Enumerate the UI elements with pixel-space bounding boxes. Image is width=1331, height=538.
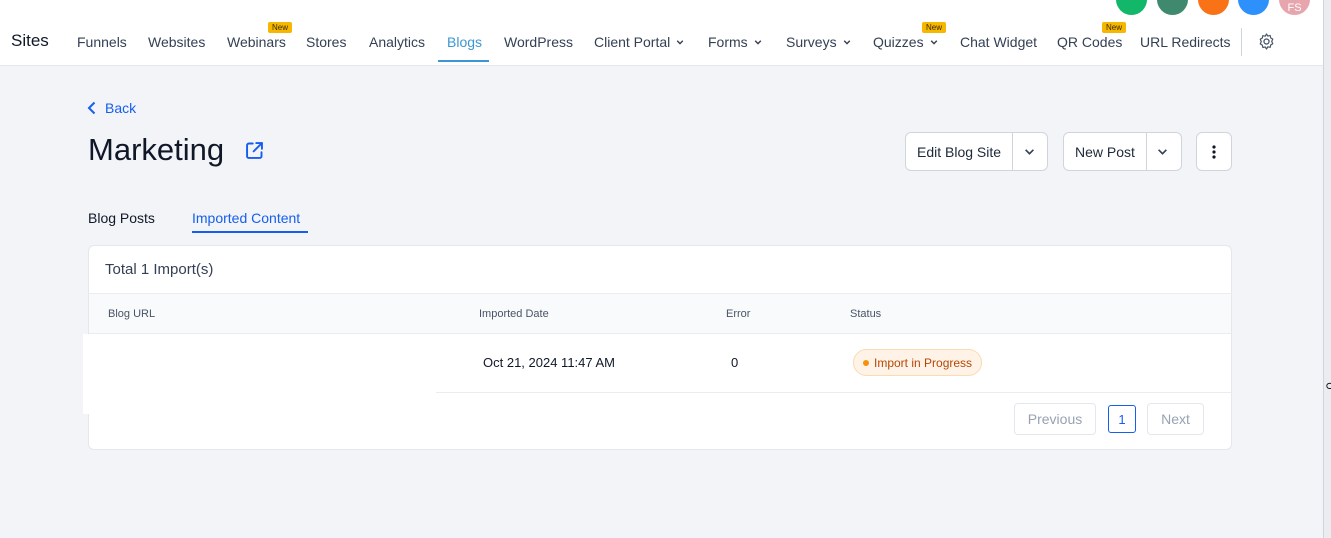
nav-item-forms[interactable]: Forms <box>708 34 762 50</box>
edit-blog-site-button[interactable]: Edit Blog Site <box>906 133 1012 170</box>
chevron-down-icon <box>1024 149 1034 155</box>
nav-item-label: QR Codes <box>1057 34 1123 50</box>
page-title: Marketing <box>88 132 225 167</box>
status-label: Import in Progress <box>874 355 973 370</box>
nav-item-stores[interactable]: Stores <box>306 34 346 50</box>
chevron-down-icon <box>676 40 684 45</box>
status-badge: Import in Progress <box>853 349 983 376</box>
new-post-button[interactable]: New Post <box>1064 133 1146 170</box>
nav-item-qr-codes[interactable]: QR Codes <box>1057 34 1122 50</box>
gear-icon[interactable] <box>1257 32 1276 51</box>
chevron-down-icon <box>930 40 937 45</box>
new-badge: New <box>268 22 293 33</box>
back-label: Back <box>105 100 137 116</box>
back-link[interactable]: Back <box>87 100 136 116</box>
edit-blog-site-dropdown[interactable] <box>1012 133 1045 170</box>
column-header-error: Error <box>726 308 751 320</box>
nav-item-quizzes[interactable]: Quizzes <box>873 34 938 50</box>
nav-item-label: Chat Widget <box>960 34 1038 50</box>
blog-url-cell <box>83 334 436 414</box>
edit-blog-site-split-button: Edit Blog Site <box>905 132 1048 171</box>
nav-item-webinars[interactable]: Webinars <box>227 34 286 50</box>
nav-item-chat-widget[interactable]: Chat Widget <box>960 34 1037 50</box>
chevron-down-icon <box>1158 149 1168 155</box>
nav-item-label: Client Portal <box>594 34 671 50</box>
chevron-down-icon <box>754 40 761 45</box>
error-cell: 0 <box>731 355 739 370</box>
nav-item-wordpress[interactable]: WordPress <box>504 34 573 50</box>
imported-date-cell: Oct 21, 2024 11:47 AM <box>483 355 616 370</box>
nav-item-url-redirects[interactable]: URL Redirects <box>1140 34 1231 50</box>
nav-item-label: Funnels <box>77 34 127 50</box>
nav-item-label: Webinars <box>227 34 286 50</box>
tab-imported-content[interactable]: Imported Content <box>192 210 300 226</box>
table-header: Blog URL Imported Date Error Status <box>89 293 1231 334</box>
chevron-left-icon <box>87 101 96 115</box>
table-row: Oct 21, 2024 11:47 AM 0 Import in Progre… <box>83 334 1231 414</box>
status-dot-icon <box>863 359 869 366</box>
nav-item-analytics[interactable]: Analytics <box>369 34 425 50</box>
nav-item-websites[interactable]: Websites <box>148 34 205 50</box>
nav-item-label: Stores <box>306 34 347 50</box>
more-options-button[interactable] <box>1196 132 1232 171</box>
kebab-menu-icon <box>1212 144 1216 159</box>
page-number-button[interactable]: 1 <box>1108 405 1136 433</box>
previous-page-button[interactable]: Previous <box>1014 403 1096 435</box>
new-post-label: New Post <box>1075 143 1135 160</box>
nav-item-label: Forms <box>708 34 748 50</box>
nav-item-label: Blogs <box>447 34 483 50</box>
next-page-button[interactable]: Next <box>1147 403 1204 435</box>
edit-blog-site-label: Edit Blog Site <box>917 143 1002 160</box>
nav-item-label: Surveys <box>786 34 837 50</box>
nav-divider <box>1241 28 1242 56</box>
external-link-icon[interactable] <box>244 140 265 161</box>
brand-title: Sites <box>11 31 49 50</box>
nav-active-indicator <box>438 60 489 62</box>
nav-item-client-portal[interactable]: Client Portal <box>594 34 684 50</box>
nav-item-label: WordPress <box>504 34 573 50</box>
nav-item-funnels[interactable]: Funnels <box>77 34 127 50</box>
new-post-split-button: New Post <box>1063 132 1182 171</box>
right-edge-panel <box>1323 0 1331 538</box>
column-header-imported-date: Imported Date <box>479 308 549 320</box>
tab-active-indicator <box>192 231 308 233</box>
nav-item-surveys[interactable]: Surveys <box>786 34 851 50</box>
avatar-initials: FS <box>1287 2 1302 14</box>
nav-item-label: Analytics <box>369 34 426 50</box>
nav-item-label: URL Redirects <box>1140 34 1231 50</box>
nav-item-label: Websites <box>148 34 206 50</box>
nav-item-blogs[interactable]: Blogs <box>447 34 482 50</box>
new-badge: New <box>922 22 947 33</box>
column-header-blog-url: Blog URL <box>108 308 156 320</box>
column-header-status: Status <box>850 308 882 320</box>
new-badge: New <box>1102 22 1127 33</box>
total-imports-label: Total 1 Import(s) <box>105 261 214 278</box>
nav-item-label: Quizzes <box>873 34 924 50</box>
tab-blog-posts[interactable]: Blog Posts <box>88 210 155 226</box>
new-post-dropdown[interactable] <box>1145 133 1179 170</box>
imports-card: Total 1 Import(s) Blog URL Imported Date… <box>83 245 1232 450</box>
collapse-handle-icon[interactable]: ⊂ <box>1325 378 1331 394</box>
chevron-down-icon <box>843 40 850 45</box>
